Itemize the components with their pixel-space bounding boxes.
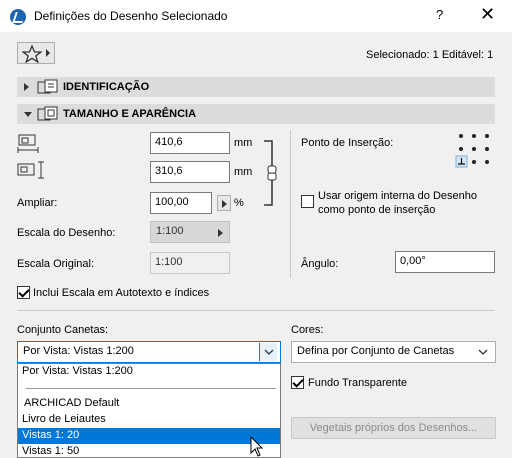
- column-divider: [290, 130, 291, 278]
- include-scale-checkbox[interactable]: [17, 286, 30, 299]
- dropdown-separator: [26, 388, 276, 389]
- scale-input[interactable]: 100,00: [150, 192, 212, 214]
- drawing-scale-label: Escala do Desenho:: [17, 227, 116, 239]
- pen-set-label: Conjunto Canetas:: [17, 324, 109, 336]
- pen-set-select[interactable]: Por Vista: Vistas 1:200: [17, 341, 281, 363]
- transparent-background-checkbox[interactable]: [291, 376, 304, 389]
- dropdown-option[interactable]: Vistas 1: 50: [18, 444, 280, 457]
- transparent-background-label: Fundo Transparente: [308, 377, 408, 389]
- mouse-pointer-icon: [250, 436, 264, 457]
- caret-right-icon: [218, 229, 223, 237]
- close-button[interactable]: ✕: [480, 4, 495, 25]
- original-scale-value: 1:100: [150, 252, 230, 274]
- chevron-down-icon: [259, 343, 277, 361]
- expand-arrow-icon: [24, 83, 29, 91]
- height-unit: mm: [234, 166, 253, 178]
- section-identification[interactable]: IDENTIFICAÇÃO: [17, 77, 495, 97]
- colors-select[interactable]: Defina por Conjunto de Canetas: [291, 341, 496, 363]
- include-scale-label: Inclui Escala em Autotexto e índices: [33, 287, 210, 299]
- size-appearance-icon: [37, 106, 58, 121]
- dropdown-option[interactable]: Livro de Leiautes: [18, 412, 280, 428]
- width-icon: [17, 134, 39, 153]
- section-divider: [17, 310, 495, 311]
- use-origin-checkbox[interactable]: [301, 195, 314, 208]
- scale-unit: %: [234, 197, 244, 209]
- section-title: IDENTIFICAÇÃO: [63, 81, 150, 93]
- dropdown-option[interactable]: Por Vista: Vistas 1:200: [18, 364, 280, 380]
- insertion-point-label: Ponto de Inserção:: [301, 137, 394, 149]
- window-title: Definições do Desenho Selecionado: [34, 9, 228, 23]
- angle-label: Ângulo:: [301, 258, 339, 270]
- archicad-app-icon: [10, 9, 26, 25]
- height-input[interactable]: 310,6: [150, 161, 230, 183]
- height-icon: [17, 161, 44, 179]
- dropdown-option[interactable]: ARCHICAD Default: [18, 396, 280, 412]
- favorites-button[interactable]: [17, 42, 55, 64]
- original-scale-label: Escala Original:: [17, 258, 95, 270]
- width-input[interactable]: 410,6: [150, 132, 230, 154]
- section-size-appearance[interactable]: TAMANHO E APARÊNCIA: [17, 104, 495, 124]
- scale-stepper[interactable]: [217, 195, 231, 211]
- insertion-point-grid[interactable]: [455, 130, 495, 170]
- collapse-arrow-icon: [24, 112, 32, 117]
- use-origin-label-line1: Usar origem interna do Desenho: [318, 190, 477, 202]
- angle-input[interactable]: 0,00°: [395, 251, 495, 273]
- dropdown-option-highlighted[interactable]: Vistas 1: 20: [18, 428, 280, 444]
- drawing-scale-select[interactable]: 1:100: [150, 221, 230, 243]
- use-origin-label-line2: como ponto de inserção: [318, 204, 436, 216]
- identification-icon: [37, 79, 58, 94]
- help-button[interactable]: ?: [436, 7, 443, 22]
- drawing-vectorial-button[interactable]: Vegetais próprios dos Desenhos...: [291, 417, 496, 439]
- chevron-down-icon: [474, 343, 492, 361]
- section-title: TAMANHO E APARÊNCIA: [63, 108, 197, 120]
- caret-right-icon: [46, 49, 50, 57]
- colors-label: Cores:: [291, 324, 324, 336]
- selection-count: Selecionado: 1 Editável: 1: [366, 49, 494, 61]
- pen-set-dropdown-list[interactable]: Por Vista: Vistas 1:200 ARCHICAD Default…: [17, 363, 281, 458]
- width-unit: mm: [234, 137, 253, 149]
- scale-label: Ampliar:: [17, 197, 58, 209]
- link-chain-icon[interactable]: [262, 140, 280, 206]
- star-icon: [22, 45, 42, 63]
